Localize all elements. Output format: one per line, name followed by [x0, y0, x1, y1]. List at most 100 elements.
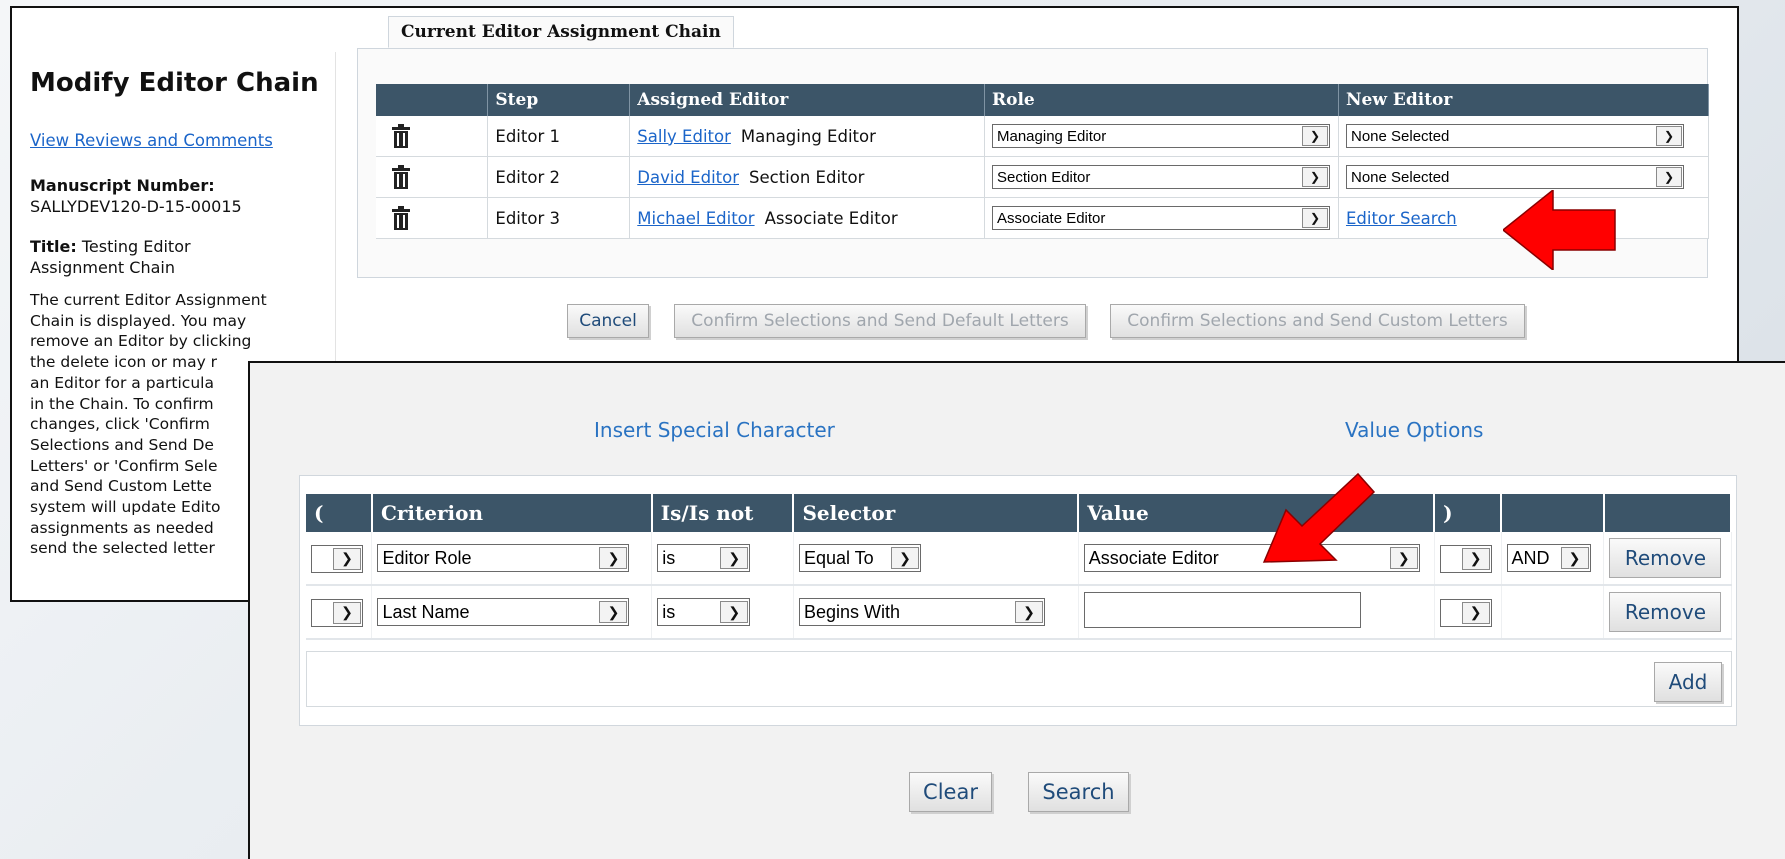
chevron-down-icon: ❯ — [1302, 208, 1328, 228]
tab-current-editor-chain[interactable]: Current Editor Assignment Chain — [388, 16, 734, 48]
table-row: Editor 1 Sally Editor Managing Editor Man… — [376, 116, 1710, 157]
add-button[interactable]: Add — [1654, 662, 1722, 702]
new-editor-cell: None Selected ❯ — [1338, 116, 1710, 157]
red-arrow-pointing-down-left — [1262, 472, 1376, 563]
title-value-line2: Assignment Chain — [30, 258, 175, 277]
criterion-select[interactable]: Last Name ❯ — [377, 598, 630, 626]
column-header: Value — [1078, 494, 1436, 532]
column-header: Step — [487, 84, 631, 116]
is-select[interactable]: is ❯ — [657, 598, 751, 626]
role-select[interactable]: Managing Editor ❯ — [992, 124, 1330, 148]
conjunction-value: AND — [1511, 547, 1550, 568]
instruction-line: remove an Editor by clicking — [30, 332, 252, 351]
chevron-down-icon: ❯ — [599, 547, 628, 569]
search-criteria-table: ( Criterion Is/Is not Selector Value ) ❯… — [306, 494, 1733, 640]
is-select[interactable]: is ❯ — [657, 544, 751, 572]
chevron-down-icon: ❯ — [720, 601, 749, 623]
assigned-editor-cell: David Editor Section Editor — [629, 156, 985, 198]
selector-select[interactable]: Equal To ❯ — [798, 544, 921, 572]
manuscript-number-value: SALLYDEV120-D-15-00015 — [30, 197, 242, 216]
instruction-line: Chain is displayed. You may — [30, 311, 247, 330]
close-paren-select[interactable]: ❯ — [1439, 598, 1492, 627]
view-reviews-link[interactable]: View Reviews and Comments — [30, 131, 273, 150]
selector-value: Equal To — [803, 547, 874, 568]
column-header: Selector — [793, 494, 1080, 532]
confirm-default-letters-button[interactable]: Confirm Selections and Send Default Lett… — [674, 304, 1086, 338]
conjunction-select[interactable]: AND ❯ — [1506, 544, 1591, 572]
value-options-link[interactable]: Value Options — [1345, 418, 1483, 442]
column-header: Is/Is not — [651, 494, 795, 532]
new-editor-select[interactable]: None Selected ❯ — [1345, 124, 1684, 148]
selector-value: Begins With — [803, 601, 900, 622]
confirm-custom-letters-button[interactable]: Confirm Selections and Send Custom Lette… — [1110, 304, 1525, 338]
step-cell: Editor 3 — [487, 197, 631, 239]
role-select[interactable]: Associate Editor ❯ — [992, 206, 1330, 230]
close-paren-select[interactable]: ❯ — [1439, 544, 1492, 573]
column-header: Criterion — [371, 494, 653, 532]
criterion-value: Editor Role — [382, 547, 472, 568]
is-value: is — [662, 547, 676, 568]
trash-icon[interactable] — [391, 124, 411, 148]
red-arrow-pointing-left — [1503, 190, 1616, 270]
column-header: Assigned Editor — [629, 84, 985, 116]
role-select-value: Managing Editor — [997, 127, 1107, 145]
editor-search-link[interactable]: Editor Search — [1346, 209, 1457, 228]
role-select-value: Section Editor — [997, 168, 1091, 186]
chevron-down-icon: ❯ — [1302, 167, 1328, 187]
title-block: Title: Testing Editor Assignment Chain — [30, 236, 191, 278]
trash-icon[interactable] — [391, 165, 411, 189]
editor-name-link[interactable]: Sally Editor — [637, 127, 731, 146]
insert-special-character-link[interactable]: Insert Special Character — [594, 418, 835, 442]
column-header — [1603, 494, 1733, 532]
delete-cell — [376, 156, 489, 198]
trash-icon[interactable] — [391, 206, 411, 230]
cancel-button[interactable]: Cancel — [567, 304, 649, 338]
role-cell: Section Editor ❯ — [984, 156, 1339, 198]
role-select-value: Associate Editor — [997, 209, 1106, 227]
chevron-down-icon: ❯ — [720, 547, 749, 569]
search-button[interactable]: Search — [1028, 772, 1129, 812]
chevron-down-icon: ❯ — [1655, 167, 1682, 187]
new-editor-select[interactable]: None Selected ❯ — [1345, 165, 1684, 189]
selector-select[interactable]: Begins With ❯ — [798, 598, 1045, 626]
editor-name-link[interactable]: Michael Editor — [637, 209, 754, 228]
chevron-down-icon: ❯ — [1655, 126, 1682, 146]
delete-cell — [376, 116, 489, 157]
table-header-row: ( Criterion Is/Is not Selector Value ) — [306, 494, 1733, 532]
new-editor-select-value: None Selected — [1350, 127, 1450, 145]
add-criteria-row — [306, 651, 1732, 707]
title-value-line1: Testing Editor — [81, 237, 191, 256]
criterion-select[interactable]: Editor Role ❯ — [377, 544, 630, 572]
assigned-editor-cell: Michael Editor Associate Editor — [629, 197, 985, 239]
clear-button[interactable]: Clear — [909, 772, 992, 812]
value-input[interactable] — [1083, 592, 1361, 628]
step-cell: Editor 1 — [487, 116, 631, 157]
role-cell: Associate Editor ❯ — [984, 197, 1339, 239]
remove-button[interactable]: Remove — [1609, 538, 1722, 578]
new-editor-select-value: None Selected — [1350, 168, 1450, 186]
manuscript-number-label: Manuscript Number: — [30, 176, 215, 195]
instruction-line: The current Editor Assignment — [30, 291, 267, 309]
is-value: is — [662, 601, 676, 622]
chevron-down-icon: ❯ — [1389, 547, 1418, 569]
delete-cell — [376, 197, 489, 239]
open-paren-select[interactable]: ❯ — [311, 598, 363, 627]
column-header: ( — [306, 494, 373, 532]
role-select[interactable]: Section Editor ❯ — [992, 165, 1330, 189]
chevron-down-icon: ❯ — [1302, 126, 1328, 146]
chevron-down-icon: ❯ — [599, 601, 628, 623]
chevron-down-icon: ❯ — [890, 547, 919, 569]
chevron-down-icon: ❯ — [1461, 601, 1490, 624]
table-row: ❯ Editor Role ❯ is ❯ Equal To ❯ Associate E… — [306, 532, 1732, 586]
editor-role-text: Associate Editor — [764, 208, 898, 228]
page-title: Modify Editor Chain — [30, 68, 319, 98]
column-header — [1501, 494, 1605, 532]
editor-role-text: Section Editor — [749, 167, 865, 187]
criterion-value: Last Name — [382, 601, 470, 622]
manuscript-number-block: Manuscript Number: SALLYDEV120-D-15-0001… — [30, 175, 242, 217]
title-label: Title: — [30, 237, 77, 256]
remove-button[interactable]: Remove — [1609, 592, 1722, 632]
editor-name-link[interactable]: David Editor — [637, 168, 739, 187]
open-paren-select[interactable]: ❯ — [311, 544, 363, 573]
chevron-down-icon: ❯ — [333, 547, 361, 570]
